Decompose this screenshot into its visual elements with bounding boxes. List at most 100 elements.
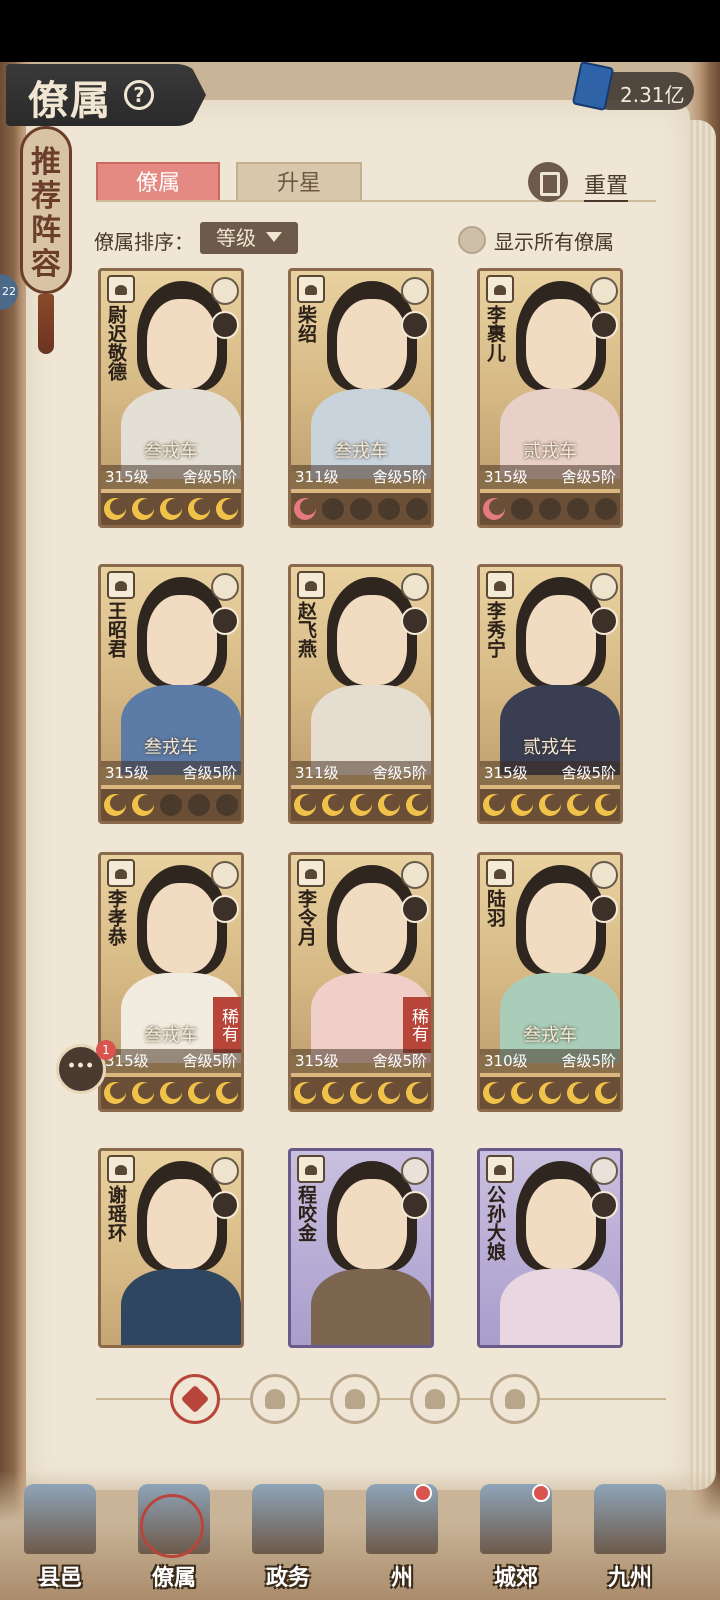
weapon-icon (401, 861, 429, 889)
moon-star-icon (160, 794, 182, 816)
avatar (211, 1191, 239, 1219)
moon-star-icon (406, 1082, 428, 1104)
card-stage: 舍级5阶 (182, 468, 237, 486)
card-stats: 311级 舍级5阶 (291, 465, 431, 489)
moon-star-icon (322, 498, 344, 520)
star-row (101, 493, 241, 525)
moon-star-icon (104, 498, 126, 520)
subordinate-card[interactable]: 王昭君 叁戎车 315级 舍级5阶 (98, 564, 244, 824)
tab-subordinates[interactable]: 僚属 (96, 162, 220, 202)
subordinate-card[interactable]: 谢瑶环 (98, 1148, 244, 1348)
portrait-face (526, 299, 596, 389)
avatar (590, 311, 618, 339)
portrait-face (147, 883, 217, 973)
star-row (480, 493, 620, 525)
card-stats: 315级 舍级5阶 (480, 761, 620, 785)
card-stats: 315级 舍级5阶 (480, 465, 620, 489)
subordinate-card[interactable]: 李孝恭 稀有 叁戎车 315级 舍级5阶 (98, 852, 244, 1112)
moon-star-icon (322, 794, 344, 816)
class-icon (297, 859, 325, 887)
card-rank: 叁戎车 (144, 737, 198, 758)
card-level: 315级 (484, 468, 528, 486)
nav-item[interactable]: 县邑 (10, 1484, 110, 1594)
weapon-icon (590, 277, 618, 305)
subordinate-card[interactable]: 李令月 稀有 315级 舍级5阶 (288, 852, 434, 1112)
nav-item[interactable]: 九州 (580, 1484, 680, 1594)
show-all-label: 显示所有僚属 (494, 230, 614, 254)
moon-star-icon (216, 498, 238, 520)
card-stage: 舍级5阶 (561, 1052, 616, 1070)
card-name: 公孙大娘 (484, 1185, 506, 1261)
help-icon[interactable]: ? (124, 80, 154, 110)
moon-star-icon (567, 498, 589, 520)
card-stage: 舍级5阶 (372, 468, 427, 486)
reset-icon[interactable] (528, 162, 568, 202)
filter-warrior-icon[interactable] (250, 1374, 300, 1424)
card-level: 315级 (295, 1052, 339, 1070)
show-all-checkbox[interactable] (458, 226, 486, 254)
notification-dot (532, 1484, 550, 1502)
class-icon (107, 275, 135, 303)
nav-label: 九州 (607, 1565, 652, 1591)
subordinate-card[interactable]: 李裹儿 贰戎车 315级 舍级5阶 (477, 268, 623, 528)
weapon-icon (401, 1157, 429, 1185)
card-rank: 贰戎车 (523, 737, 577, 758)
card-stats: 315级 舍级5阶 (291, 1049, 431, 1073)
filter-beast-icon[interactable] (490, 1374, 540, 1424)
moon-star-icon (539, 1082, 561, 1104)
subordinate-card[interactable]: 尉迟敬德 叁戎车 315级 舍级5阶 (98, 268, 244, 528)
card-stage: 舍级5阶 (182, 764, 237, 782)
moon-star-icon (294, 498, 316, 520)
weapon-icon (211, 573, 239, 601)
subordinate-card[interactable]: 赵飞燕 311级 舍级5阶 (288, 564, 434, 824)
avatar (211, 607, 239, 635)
moon-star-icon (511, 794, 533, 816)
subordinate-card[interactable]: 柴绍 叁戎车 311级 舍级5阶 (288, 268, 434, 528)
avatar (590, 895, 618, 923)
star-row (101, 1077, 241, 1109)
nav-label: 政务 (265, 1565, 310, 1591)
subordinate-card[interactable]: 李秀宁 贰戎车 315级 舍级5阶 (477, 564, 623, 824)
moon-star-icon (104, 1082, 126, 1104)
nav-item[interactable]: 州 (352, 1484, 452, 1594)
weapon-icon (401, 573, 429, 601)
card-name: 赵飞燕 (295, 601, 317, 658)
card-level: 311级 (295, 468, 339, 486)
card-stats: 315级 舍级5阶 (101, 465, 241, 489)
card-stage: 舍级5阶 (182, 1052, 237, 1070)
nav-item[interactable]: 政务 (238, 1484, 338, 1594)
reset-button[interactable]: 重置 (584, 168, 629, 202)
weapon-icon (590, 861, 618, 889)
subordinate-card[interactable]: 程咬金 (288, 1148, 434, 1348)
card-stage: 舍级5阶 (372, 1052, 427, 1070)
moon-star-icon (483, 1082, 505, 1104)
rare-tag: 稀有 (403, 997, 431, 1053)
weapon-icon (211, 277, 239, 305)
moon-star-icon (483, 498, 505, 520)
avatar (401, 1191, 429, 1219)
filter-strategist-icon[interactable] (330, 1374, 380, 1424)
card-stage: 舍级5阶 (561, 764, 616, 782)
moon-star-icon (188, 1082, 210, 1104)
tab-star-up[interactable]: 升星 (236, 162, 362, 202)
class-icon (486, 275, 514, 303)
class-icon (486, 859, 514, 887)
star-row (291, 789, 431, 821)
card-name: 谢瑶环 (105, 1185, 127, 1242)
moon-star-icon (567, 1082, 589, 1104)
sort-dropdown[interactable]: 等级 (200, 222, 298, 254)
filter-all-icon[interactable] (170, 1374, 220, 1424)
portrait-face (337, 299, 407, 389)
nav-item[interactable]: 城郊 (466, 1484, 566, 1594)
class-icon (297, 571, 325, 599)
star-row (480, 789, 620, 821)
card-stats: 310级 舍级5阶 (480, 1049, 620, 1073)
weapon-icon (590, 1157, 618, 1185)
subordinate-card[interactable]: 陆羽 叁戎车 310级 舍级5阶 (477, 852, 623, 1112)
card-name: 程咬金 (295, 1185, 317, 1242)
filter-mystic-icon[interactable] (410, 1374, 460, 1424)
card-rank: 叁戎车 (523, 1025, 577, 1046)
subordinate-card[interactable]: 公孙大娘 (477, 1148, 623, 1348)
nav-label: 州 (390, 1565, 413, 1591)
card-name: 柴绍 (295, 305, 317, 343)
